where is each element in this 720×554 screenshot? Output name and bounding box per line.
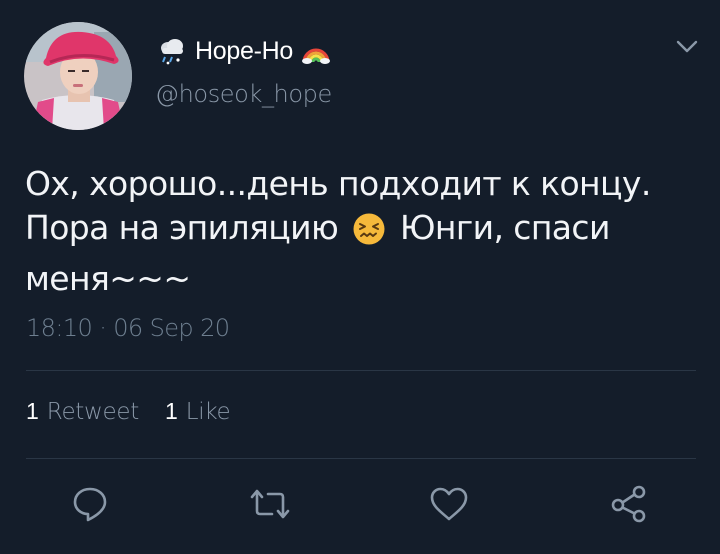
tweet-line-2: Пора на эпиляцию Юнги, спаси [25,206,705,257]
tweet-timestamp[interactable]: 18:10 · 06 Sep 20 [26,314,230,342]
display-name-row[interactable]: Hope-Ho [157,34,331,68]
tweet-line-2-end: Юнги, спаси [399,208,611,247]
rainbow-icon [301,38,331,64]
reply-button[interactable] [68,482,112,526]
share-button[interactable] [607,482,651,526]
like-count[interactable]: 1 [165,398,178,425]
tweet-line-2-start: Пора на эпиляцию [25,208,339,247]
divider [26,458,696,459]
tweet-line-1: Ох, хорошо...день подходит к концу. [25,164,651,203]
tweet-line-3: меня~~~ [25,259,191,298]
confounded-face-icon [352,212,386,257]
tweet-text: Ох, хорошо...день подходит к концу. Пора… [25,162,705,301]
retweet-button[interactable] [248,482,292,526]
reply-icon [73,487,107,522]
share-icon [611,485,646,523]
retweet-label[interactable]: Retweet [47,399,139,425]
like-label[interactable]: Like [186,399,231,425]
retweet-icon [250,489,290,519]
user-handle[interactable]: @hoseok_hope [155,80,332,108]
engagement-stats: 1 Retweet 1 Like [26,398,256,425]
like-icon [430,487,468,521]
avatar[interactable] [24,22,132,130]
display-name[interactable]: Hope-Ho [195,37,293,66]
cloud-rain-snow-icon [157,37,187,65]
retweet-count[interactable]: 1 [26,398,39,425]
like-button[interactable] [427,482,471,526]
chevron-down-icon[interactable] [676,40,698,59]
divider [26,370,696,371]
